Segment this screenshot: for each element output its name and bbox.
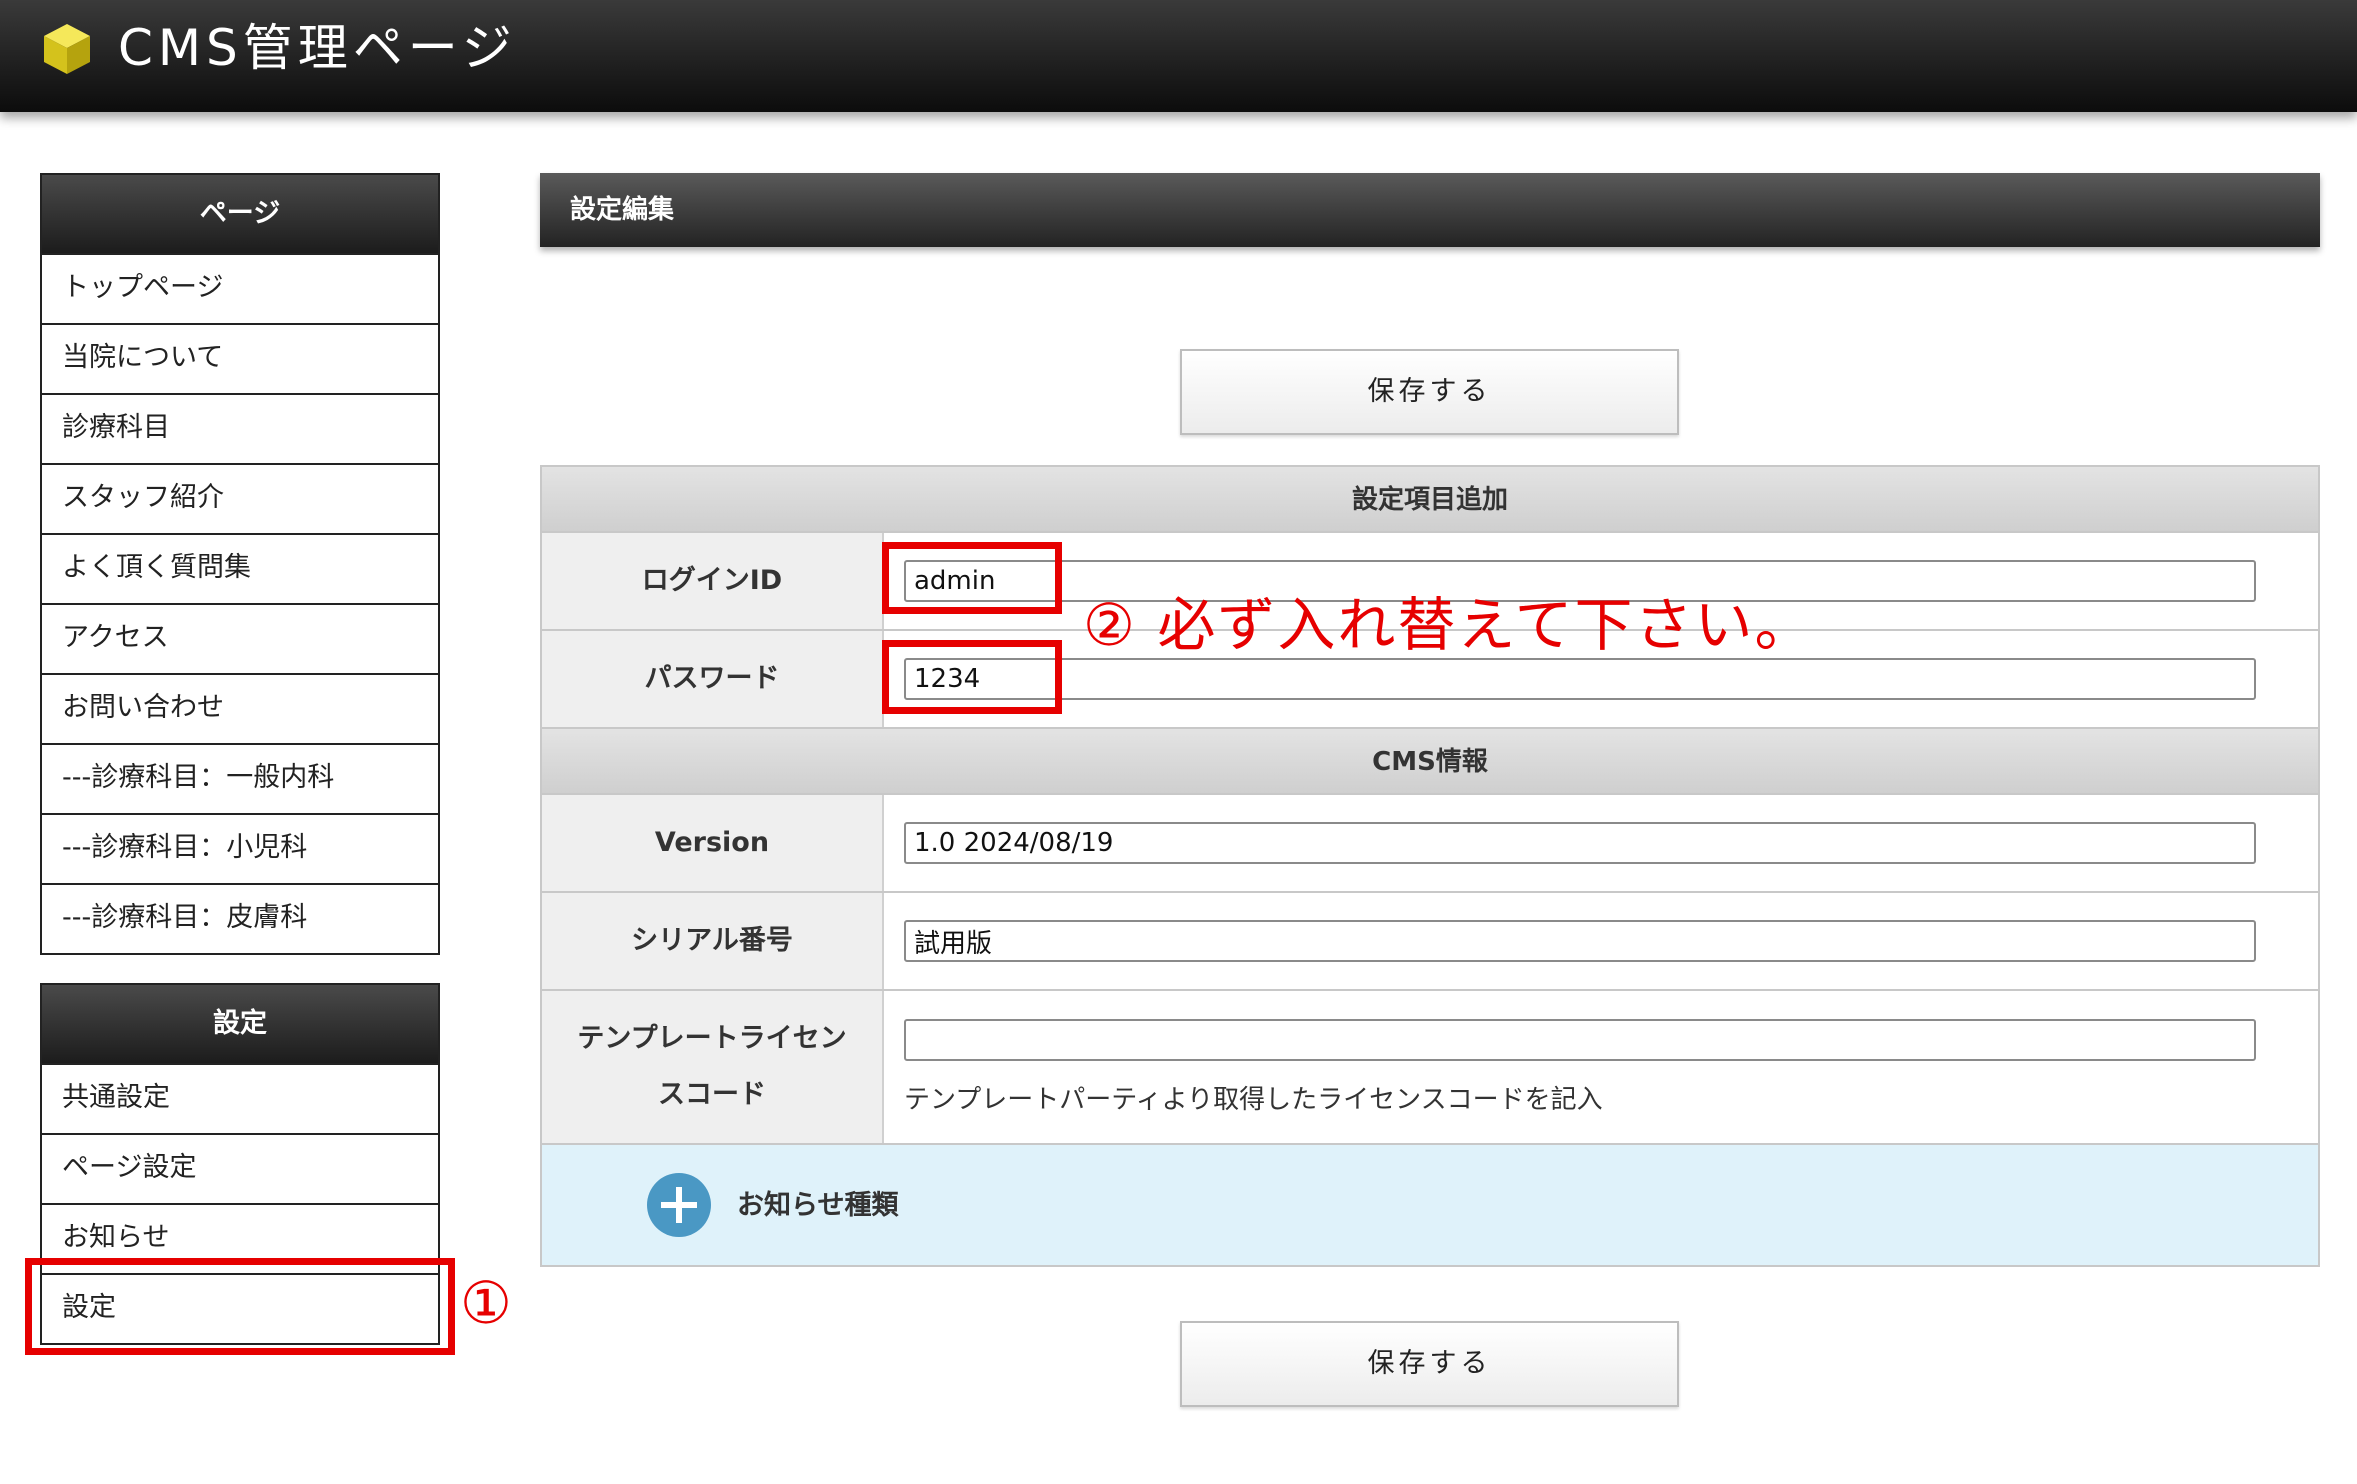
serial-label: シリアル番号 (542, 893, 884, 989)
row-serial: シリアル番号 (542, 893, 2318, 991)
version-label: Version (542, 795, 884, 891)
row-template-license: テンプレートライセン スコード テンプレートパーティより取得したライセンスコード… (542, 991, 2318, 1145)
sidebar-item-about[interactable]: 当院について (42, 323, 438, 393)
template-license-label-line1: テンプレートライセン (577, 1023, 847, 1054)
notice-types-row: お知らせ種類 (542, 1145, 2318, 1265)
template-license-help: テンプレートパーティより取得したライセンスコードを記入 (904, 1084, 1603, 1115)
annotation-box-settings (25, 1258, 455, 1355)
save-button-bottom[interactable]: 保存する (1180, 1321, 1679, 1407)
app-header: CMS管理ページ (0, 0, 2357, 112)
serial-input[interactable] (904, 920, 2256, 962)
password-label: パスワード (542, 631, 884, 727)
sidebar-item-internal-medicine[interactable]: ---診療科目：一般内科 (42, 743, 438, 813)
row-version: Version (542, 795, 2318, 893)
sidebar-item-departments[interactable]: 診療科目 (42, 393, 438, 463)
sidebar-item-dermatology[interactable]: ---診療科目：皮膚科 (42, 883, 438, 953)
yellow-cube-icon (44, 24, 90, 74)
sidebar-pages-panel: ページ トップページ 当院について 診療科目 スタッフ紹介 よく頂く質問集 アク… (40, 173, 440, 955)
template-license-input[interactable] (904, 1018, 2256, 1061)
sidebar-pages-title: ページ (42, 175, 438, 253)
app-title: CMS管理ページ (118, 19, 517, 77)
annotation-box-login-id (882, 542, 1062, 614)
annotation-step1: ① (460, 1269, 512, 1337)
plus-circle-icon[interactable] (647, 1173, 711, 1237)
section-settings-add: 設定項目追加 (542, 467, 2318, 533)
annotation-step2: ② 必ず入れ替えて下さい。 (1083, 591, 1815, 659)
section-cms-info: CMS情報 (542, 729, 2318, 795)
notice-types-label[interactable]: お知らせ種類 (737, 1183, 898, 1222)
sidebar-settings-title: 設定 (42, 985, 438, 1063)
template-license-label-line2: スコード (657, 1079, 766, 1110)
sidebar-item-access[interactable]: アクセス (42, 603, 438, 673)
sidebar-item-staff[interactable]: スタッフ紹介 (42, 463, 438, 533)
sidebar-item-common-settings[interactable]: 共通設定 (42, 1063, 438, 1133)
sidebar-item-top-page[interactable]: トップページ (42, 253, 438, 323)
template-license-label: テンプレートライセン スコード (542, 991, 884, 1143)
sidebar-item-pediatrics[interactable]: ---診療科目：小児科 (42, 813, 438, 883)
sidebar-item-faq[interactable]: よく頂く質問集 (42, 533, 438, 603)
page-title: 設定編集 (540, 173, 2320, 247)
settings-form: 設定項目追加 ログインID パスワード CMS情報 Version シリアル番号… (540, 465, 2320, 1267)
password-input[interactable] (904, 658, 2256, 700)
sidebar-item-contact[interactable]: お問い合わせ (42, 673, 438, 743)
annotation-box-password (882, 640, 1062, 714)
save-button-top[interactable]: 保存する (1180, 349, 1679, 435)
version-input[interactable] (904, 822, 2256, 864)
sidebar-item-page-settings[interactable]: ページ設定 (42, 1133, 438, 1203)
login-id-label: ログインID (542, 533, 884, 629)
